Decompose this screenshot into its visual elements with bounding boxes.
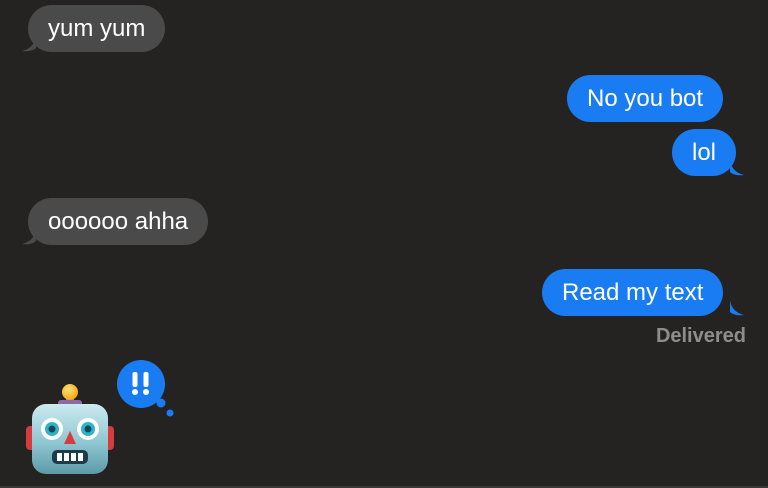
message-bubble-received[interactable]: oooooo ahha [28, 198, 209, 245]
conversation-view: yum yum No you bot lol oooooo ahha Read … [0, 0, 768, 488]
message-bubble-received[interactable]: yum yum [28, 5, 166, 52]
robot-face-icon [26, 384, 114, 474]
message-text: lol [692, 139, 717, 166]
bubble-tail [730, 300, 744, 316]
message-bubble-sent[interactable]: No you bot [567, 75, 724, 122]
bubble-tail [22, 36, 36, 52]
message-bubble-sent[interactable]: lol [672, 129, 737, 176]
message-bubble-sent[interactable]: Read my text [542, 269, 724, 316]
message-text: yum yum [48, 15, 146, 42]
message-text: oooooo ahha [48, 208, 189, 235]
message-text: Read my text [562, 279, 704, 306]
delivered-status: Delivered [655, 325, 746, 347]
double-exclamation-icon[interactable] [116, 359, 178, 421]
bubble-tail [730, 160, 744, 176]
message-text: No you bot [587, 85, 704, 112]
bubble-tail [22, 229, 36, 245]
